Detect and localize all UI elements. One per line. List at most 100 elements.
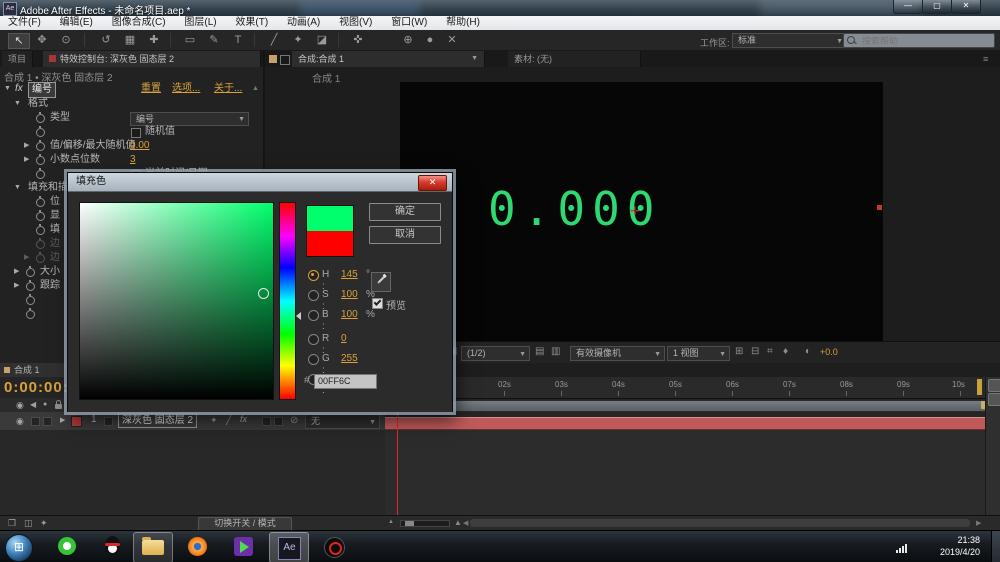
effect-name[interactable]: 编号 — [28, 82, 56, 98]
show-desktop-button[interactable] — [991, 531, 1000, 562]
menu-edit[interactable]: 编辑(E) — [52, 16, 101, 30]
brightness-radio[interactable] — [308, 310, 319, 321]
hue-marker[interactable] — [296, 312, 301, 320]
flowchart-icon[interactable]: ♦ — [783, 346, 788, 357]
menu-view[interactable]: 视图(V) — [331, 16, 380, 30]
adjustment-toggle[interactable] — [274, 417, 283, 426]
about-link[interactable]: 关于... — [214, 82, 242, 96]
taskbar-item-explorer[interactable] — [133, 532, 173, 562]
zoom-in-icon[interactable]: ▲ — [454, 518, 462, 527]
shy-toggle-icon[interactable]: ❐ — [8, 518, 16, 529]
stopwatch-icon[interactable] — [36, 198, 45, 207]
red-value[interactable]: 0 — [341, 333, 347, 345]
tab-composition[interactable]: 合成:合成 1 ▼ — [292, 51, 485, 67]
stopwatch-icon[interactable] — [26, 310, 35, 319]
grid-guides-icon[interactable]: ▤ — [535, 346, 544, 357]
lock-icon[interactable] — [55, 404, 62, 409]
hue-strip[interactable] — [279, 202, 296, 400]
stopwatch-icon[interactable] — [36, 128, 45, 137]
pan-behind-tool-icon[interactable]: ✚ — [144, 33, 164, 47]
quality-icon[interactable]: ✦ — [210, 415, 218, 426]
twirl-down-icon[interactable]: ▼ — [4, 82, 11, 96]
layer-edge-handle[interactable] — [877, 205, 882, 210]
scroll-right-icon[interactable]: ▶ — [976, 519, 981, 527]
random-checkbox[interactable] — [131, 128, 141, 138]
green-value[interactable]: 255 — [341, 353, 358, 365]
comp-marker-button[interactable] — [988, 379, 1000, 392]
menu-animation[interactable]: 动画(A) — [279, 16, 328, 30]
camera-tool-icon[interactable]: ▦ — [120, 33, 140, 47]
scroll-up-icon[interactable]: ▲ — [252, 82, 259, 96]
timeline-track-area[interactable] — [385, 428, 985, 515]
timeline-zoom-slider[interactable] — [400, 520, 450, 527]
tab-project[interactable]: 项目 — [2, 51, 33, 67]
parent-dropdown[interactable]: 无 ▼ — [305, 414, 380, 429]
stopwatch-icon[interactable] — [36, 226, 45, 235]
axis-world-icon[interactable]: ● — [420, 33, 440, 47]
hue-value[interactable]: 145 — [341, 269, 358, 281]
workspace-dropdown[interactable]: 标准 ▼ — [732, 33, 847, 48]
minimize-button[interactable]: — — [893, 0, 923, 14]
stopwatch-icon[interactable] — [36, 114, 45, 123]
brightness-value[interactable]: 100 — [341, 309, 358, 321]
time-ruler[interactable]: 02s 03s 04s 05s 06s 07s 08s 09s 10s — [385, 377, 985, 399]
zoom-tool-icon[interactable]: ⊙ — [56, 33, 76, 47]
panel-menu-icon[interactable]: ≡ — [983, 54, 988, 64]
reset-link[interactable]: 重置 — [141, 82, 161, 96]
3d-toggle-icon[interactable]: ⊘ — [290, 415, 298, 426]
stopwatch-icon[interactable] — [36, 254, 45, 263]
saturation-value[interactable]: 100 — [341, 289, 358, 301]
exposure-value[interactable]: +0.0 — [820, 347, 838, 357]
exposure-icon[interactable]: ◐ — [805, 346, 811, 357]
zoom-slider-thumb[interactable] — [405, 521, 414, 526]
type-tool-icon[interactable]: T — [228, 33, 248, 47]
hue-radio[interactable] — [308, 270, 319, 281]
timeline-nav-icon[interactable]: ⌗ — [767, 346, 773, 357]
audio-toggle[interactable] — [31, 417, 40, 426]
menu-file[interactable]: 文件(F) — [0, 16, 49, 30]
layer-duration-bar[interactable] — [385, 417, 985, 430]
work-area-bar[interactable] — [385, 400, 987, 412]
frame-blend-toggle-icon[interactable]: ◫ — [24, 518, 33, 529]
twirl-down-icon[interactable]: ▼ — [14, 181, 21, 195]
saturation-brightness-field[interactable] — [79, 202, 274, 400]
camera-dropdown[interactable]: 有效摄像机 ▼ — [570, 346, 665, 361]
pen-tool-icon[interactable]: ✎ — [204, 33, 224, 47]
green-radio[interactable] — [308, 354, 319, 365]
hand-tool-icon[interactable]: ✥ — [32, 33, 52, 47]
twirl-right-icon[interactable]: ▶ — [24, 139, 29, 153]
eye-icon[interactable]: ◉ — [16, 416, 24, 427]
group-row-format[interactable]: ▼ 格式 — [0, 97, 263, 111]
ok-button[interactable]: 确定 — [369, 203, 441, 221]
search-input[interactable] — [860, 34, 992, 48]
tray-clock[interactable]: 21:38 2019/4/20 — [918, 534, 980, 558]
comp-minimap-button[interactable] — [988, 393, 1000, 406]
timeline-horizontal-scrollbar[interactable] — [470, 519, 970, 527]
menu-effect[interactable]: 效果(T) — [227, 16, 276, 30]
stopwatch-icon[interactable] — [26, 296, 35, 305]
stopwatch-icon[interactable] — [36, 212, 45, 221]
dialog-title-bar[interactable]: 填充色 — [68, 173, 452, 191]
twirl-right-icon[interactable]: ▶ — [14, 279, 19, 293]
work-area-end-marker[interactable] — [977, 379, 982, 395]
views-dropdown[interactable]: 1 视图 ▼ — [667, 346, 730, 361]
taskbar-item-media-player[interactable] — [225, 532, 263, 561]
puppet-pin-tool-icon[interactable]: ✜ — [348, 33, 368, 47]
preview-checkbox[interactable] — [372, 298, 383, 309]
stopwatch-icon[interactable] — [26, 282, 35, 291]
timeline-vertical-scrollbar[interactable] — [985, 377, 1000, 515]
menu-window[interactable]: 窗口(W) — [383, 16, 435, 30]
network-signal-icon[interactable] — [896, 543, 910, 553]
rulers-icon[interactable]: ▥ — [551, 346, 560, 357]
twirl-down-icon[interactable]: ▼ — [14, 97, 21, 111]
twirl-right-icon[interactable]: ▶ — [24, 251, 29, 265]
axis-local-icon[interactable]: ⊕ — [398, 33, 418, 47]
property-value[interactable]: 0.00 — [130, 139, 149, 153]
menu-help[interactable]: 帮助(H) — [438, 16, 488, 30]
saturation-radio[interactable] — [308, 290, 319, 301]
eraser-tool-icon[interactable]: ◪ — [312, 33, 332, 47]
maximize-button[interactable]: ▢ — [922, 0, 952, 14]
eyedropper-button[interactable] — [371, 272, 391, 292]
toggle-switches-modes-button[interactable]: 切换开关 / 模式 — [198, 517, 292, 531]
timeline-tab[interactable]: 合成 1 — [0, 363, 74, 377]
